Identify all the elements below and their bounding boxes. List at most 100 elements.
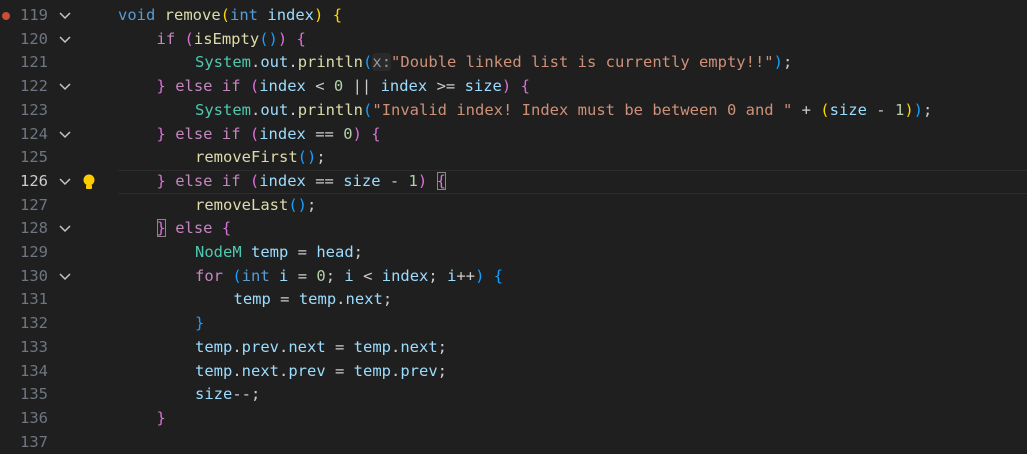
code-text[interactable]: } <box>157 407 166 431</box>
code-text[interactable]: temp = temp.next; <box>234 288 393 312</box>
code-token: = <box>270 290 299 309</box>
code-token: else <box>175 171 213 190</box>
code-line[interactable]: 124} else if (index == 0) { <box>0 123 1027 147</box>
code-token: ) <box>904 100 914 119</box>
code-token: = <box>325 337 354 356</box>
code-line[interactable]: 133 temp.prev.next = temp.next; <box>0 336 1027 360</box>
code-token: ; <box>437 337 448 356</box>
code-token: ; <box>923 100 933 119</box>
code-token: removeFirst <box>195 148 298 167</box>
code-text[interactable]: removeFirst(); <box>195 146 326 170</box>
code-text[interactable]: System.out.println(x:"Double linked list… <box>195 51 792 75</box>
code-token: = <box>325 361 354 380</box>
line-number: 129 <box>20 243 48 261</box>
code-line[interactable]: 120 if (isEmpty()) { <box>0 28 1027 52</box>
line-number: 121 <box>20 53 48 72</box>
code-line[interactable]: 130 for (int i = 0; i < index; i++) { <box>0 265 1027 289</box>
code-text[interactable]: void remove(int index) { <box>118 4 342 28</box>
fold-chevron-icon[interactable] <box>58 217 74 241</box>
code-token: "Invalid index! Index must be between 0 … <box>372 100 793 119</box>
code-line[interactable]: 125 removeFirst(); <box>0 146 1027 170</box>
code-token: ) <box>352 124 362 143</box>
code-line[interactable]: 121 System.out.println(x:"Double linked l… <box>0 51 1027 75</box>
code-line[interactable]: 131 temp = temp.next; <box>0 288 1027 312</box>
code-token: ; <box>437 361 448 380</box>
code-line[interactable]: 123 System.out.println("Invalid index! In… <box>0 99 1027 123</box>
code-text[interactable]: temp.next.prev = temp.prev; <box>195 360 447 384</box>
code-line[interactable]: 127 removeLast(); <box>0 194 1027 218</box>
line-number: 132 <box>20 314 48 333</box>
code-token: next <box>345 290 383 309</box>
line-number: 127 <box>20 195 48 214</box>
code-token: ; <box>307 195 317 214</box>
code-token: . <box>391 361 401 380</box>
code-text[interactable]: NodeM temp = head; <box>195 241 363 265</box>
code-line[interactable]: 132} <box>0 312 1027 336</box>
code-text[interactable]: if (isEmpty()) { <box>157 28 306 52</box>
code-line-current[interactable]: 126} else if (index == size - 1) { <box>0 169 1027 194</box>
code-line[interactable]: 129 NodeM temp = head; <box>0 241 1027 265</box>
code-editor[interactable]: 119 void remove(int index) {120 if (isEmpt… <box>0 0 1027 451</box>
code-token: ) <box>913 100 923 119</box>
code-text[interactable]: for (int i = 0; i < index; i++) { <box>195 265 503 289</box>
line-number: 137 <box>20 432 48 451</box>
code-line[interactable]: 119 void remove(int index) { <box>0 4 1027 28</box>
code-line[interactable]: 128} else { <box>0 217 1027 241</box>
code-text[interactable]: } else if (index == size - 1) { <box>157 170 446 194</box>
code-token: || <box>343 77 381 96</box>
code-token: prev <box>288 361 326 380</box>
code-token: isEmpty <box>193 29 260 48</box>
code-token: ( <box>363 53 373 72</box>
code-token: . <box>232 337 242 356</box>
code-line[interactable]: 137 <box>0 431 1027 454</box>
code-line[interactable]: 136} <box>0 407 1027 431</box>
code-token: ) <box>773 53 783 72</box>
code-text[interactable]: temp.prev.next = temp.next; <box>195 336 447 360</box>
code-token: ( <box>820 100 830 119</box>
lightbulb-icon[interactable] <box>81 173 97 191</box>
code-line[interactable]: 122} else if (index < 0 || index >= size… <box>0 75 1027 99</box>
code-token: int <box>230 6 259 24</box>
line-number: 120 <box>20 29 48 48</box>
fold-chevron-icon[interactable] <box>58 75 74 99</box>
code-token: 0 <box>343 124 353 143</box>
code-text[interactable]: size--; <box>195 383 260 407</box>
code-token: i <box>279 266 289 285</box>
code-token: . <box>251 100 261 119</box>
code-token: System <box>195 100 251 119</box>
code-line[interactable]: 134 temp.next.prev = temp.prev; <box>0 360 1027 384</box>
code-token: index <box>259 77 306 96</box>
fold-chevron-icon[interactable] <box>58 123 74 147</box>
code-token: out <box>260 53 289 72</box>
fold-chevron-icon[interactable] <box>58 28 74 52</box>
code-line[interactable]: 135 size--; <box>0 383 1027 407</box>
code-text[interactable]: } else if (index == 0) { <box>157 123 381 147</box>
fold-chevron-icon[interactable] <box>58 4 74 28</box>
code-token: else <box>175 124 213 143</box>
code-token: { <box>371 124 381 143</box>
code-token: ) <box>501 77 512 96</box>
code-text[interactable]: System.out.println("Invalid index! Index… <box>195 99 932 123</box>
code-token: ( <box>363 100 373 119</box>
code-token: remove <box>164 6 221 24</box>
code-token: . <box>391 337 401 356</box>
inlay-hint: x: <box>372 53 392 72</box>
code-token: if <box>221 171 241 190</box>
fold-chevron-icon[interactable] <box>58 265 74 289</box>
fold-chevron-icon[interactable] <box>58 170 74 194</box>
code-text[interactable]: } <box>195 312 204 336</box>
code-text[interactable]: } else { <box>156 217 231 241</box>
code-text[interactable]: } else if (index < 0 || index >= size) { <box>157 75 530 99</box>
code-token: + <box>792 100 821 119</box>
code-text[interactable]: removeLast(); <box>195 194 316 218</box>
